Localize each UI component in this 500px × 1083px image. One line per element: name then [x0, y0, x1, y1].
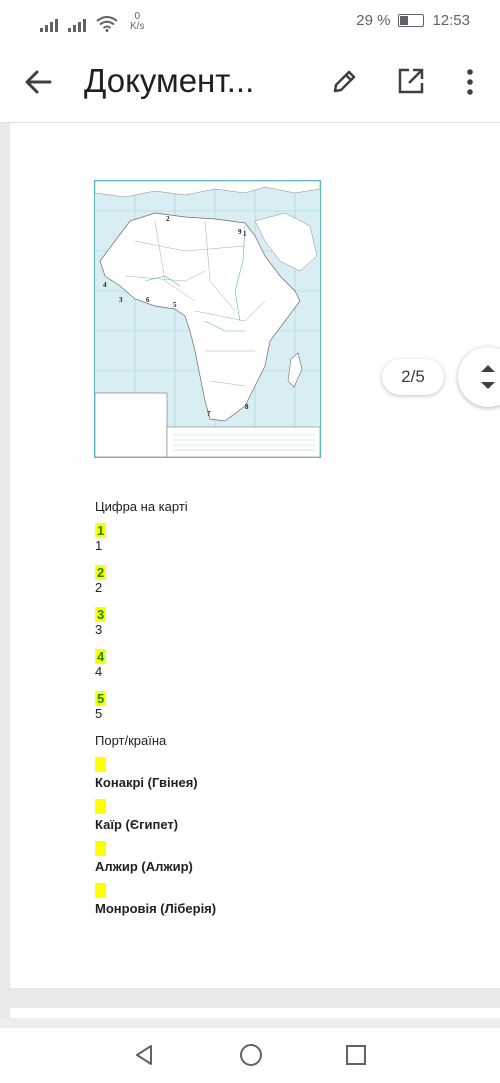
document-page: 2 9 1 4 3 6 5 7 8 Цифра на карті 1 1 2 2… [10, 123, 500, 988]
map-label: 2 [166, 215, 170, 223]
map-label: 9 [238, 228, 242, 236]
map-label: 6 [146, 296, 150, 304]
port-row-1: Конакрі (Гвінея) [95, 757, 198, 790]
wifi-icon [96, 16, 118, 32]
document-title: Документ... [84, 62, 255, 99]
clock: 12:53 [432, 12, 470, 29]
signal-icon [68, 19, 86, 32]
port-row-3: Алжир (Алжир) [95, 841, 193, 874]
highlight-marker [95, 883, 106, 898]
back-arrow-icon[interactable] [20, 64, 56, 100]
port-name: Алжир (Алжир) [95, 859, 193, 874]
app-bar: Документ... [0, 42, 500, 123]
number-row-4: 4 4 [95, 649, 107, 679]
plain-number: 1 [95, 538, 103, 553]
nav-back-icon[interactable] [132, 1043, 156, 1067]
port-row-2: Каїр (Єгипет) [95, 799, 178, 832]
port-name: Монровія (Ліберія) [95, 901, 217, 916]
highlighted-number: 3 [95, 607, 107, 622]
plain-number: 5 [95, 706, 103, 721]
fast-scroll-handle[interactable] [458, 347, 500, 407]
speed-unit: K/s [130, 21, 145, 32]
battery-percent: 29 % [356, 12, 391, 29]
battery-icon [398, 14, 425, 27]
map-label: 7 [207, 410, 211, 418]
map-label: 5 [173, 301, 177, 309]
status-bar: 0 K/s 29 % 12:53 [0, 0, 500, 42]
port-row-4: Монровія (Ліберія) [95, 883, 216, 916]
page-indicator: 2/5 [382, 359, 444, 395]
number-row-5: 5 5 [95, 691, 107, 721]
number-row-3: 3 3 [95, 607, 107, 637]
open-external-icon[interactable] [396, 66, 426, 96]
scroll-arrows-icon [481, 365, 495, 389]
number-row-1: 1 1 [95, 523, 107, 553]
map-label: 3 [119, 296, 123, 304]
highlight-marker [95, 841, 106, 856]
status-right: 29 % 12:53 [356, 12, 470, 29]
signal-icon [40, 19, 58, 32]
number-row-2: 2 2 [95, 565, 107, 595]
document-viewer[interactable]: 2 9 1 4 3 6 5 7 8 Цифра на карті 1 1 2 2… [0, 123, 500, 1018]
status-left: 0 K/s [40, 12, 144, 32]
next-page-edge [10, 1008, 500, 1018]
map-label: 8 [245, 403, 249, 411]
plain-number: 2 [95, 580, 103, 595]
highlighted-number: 4 [95, 649, 107, 664]
port-name: Конакрі (Гвінея) [95, 775, 198, 790]
highlighted-number: 1 [95, 523, 107, 538]
port-name: Каїр (Єгипет) [95, 817, 179, 832]
heading-ports: Порт/країна [95, 733, 167, 748]
plain-number: 3 [95, 622, 103, 637]
highlight-marker [95, 757, 106, 772]
nav-home-icon[interactable] [239, 1043, 263, 1067]
network-speed: 0 K/s [130, 12, 144, 32]
map-label: 1 [243, 230, 247, 238]
highlighted-number: 5 [95, 691, 107, 706]
africa-map-image: 2 9 1 4 3 6 5 7 8 [94, 180, 321, 458]
more-vert-icon[interactable] [458, 66, 482, 98]
system-nav-bar [0, 1028, 500, 1083]
plain-number: 4 [95, 664, 103, 679]
nav-recent-apps-icon[interactable] [345, 1044, 367, 1066]
highlight-marker [95, 799, 106, 814]
pencil-icon[interactable] [330, 66, 360, 96]
map-label: 4 [103, 281, 107, 289]
heading-numbers: Цифра на карті [95, 499, 188, 514]
highlighted-number: 2 [95, 565, 107, 580]
